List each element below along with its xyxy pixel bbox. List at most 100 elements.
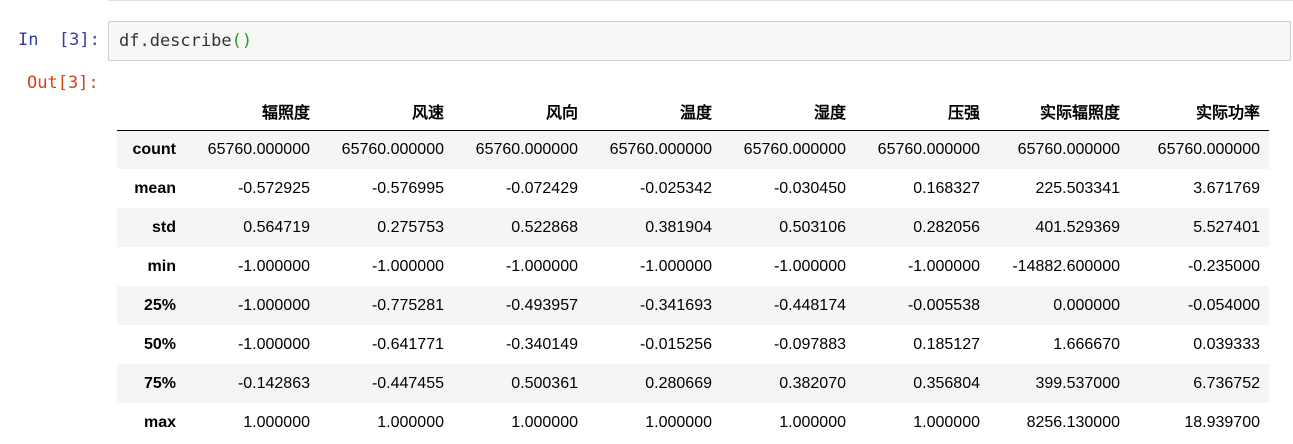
table-cell: -0.341693 — [639, 296, 712, 314]
table-cell: 65760.000000 — [475, 140, 578, 158]
table-cell: 0.382070 — [779, 374, 846, 392]
table-cell: -0.025342 — [639, 179, 712, 197]
table-cell: 0.185127 — [913, 335, 980, 353]
table-cell: 0.280669 — [645, 374, 712, 392]
table-cell: 65760.000000 — [743, 140, 846, 158]
row-label: 50% — [143, 335, 176, 353]
table-cell: 0.039333 — [1193, 335, 1260, 353]
table-cell: -1.000000 — [371, 257, 444, 275]
table-cell: 0.522868 — [511, 218, 578, 236]
table-cell: -1.000000 — [237, 296, 310, 314]
previous-cell-border — [108, 0, 1293, 1]
table-cell: -1.000000 — [237, 335, 310, 353]
table-cell: -1.000000 — [907, 257, 980, 275]
table-cell: -0.005538 — [907, 296, 980, 314]
table-cell: 65760.000000 — [341, 140, 444, 158]
row-label: max — [143, 413, 176, 431]
table-cell: -0.775281 — [371, 296, 444, 314]
table-cell: 0.000000 — [1053, 296, 1120, 314]
table-row: max 1.000000 1.000000 1.000000 1.000000 1.000… — [117, 403, 1269, 442]
table-cell: -0.142863 — [237, 374, 310, 392]
table-cell: 0.356804 — [913, 374, 980, 392]
table-cell: 0.275753 — [377, 218, 444, 236]
table-cell: 65760.000000 — [1017, 140, 1120, 158]
column-header: 辐照度 — [185, 92, 319, 131]
code-line[interactable]: df.describe() — [119, 31, 252, 51]
table-cell: 225.503341 — [1035, 179, 1120, 197]
table-cell: 65760.000000 — [877, 140, 980, 158]
table-cell: -0.576995 — [371, 179, 444, 197]
index-header — [117, 92, 185, 131]
table-cell: 0.381904 — [645, 218, 712, 236]
input-prompt: In [3]: — [18, 30, 100, 50]
row-label: 75% — [143, 374, 176, 392]
row-label: min — [147, 257, 176, 275]
table-cell: 65760.000000 — [1157, 140, 1260, 158]
table-cell: -0.493957 — [505, 296, 578, 314]
notebook-page: In [3]: df.describe() Out[3]: 辐照度 风速 风向 温度湿… — [0, 0, 1293, 444]
table-row: std 0.564719 0.275753 0.522868 0.381904 0.503… — [117, 208, 1269, 247]
table-cell: 65760.000000 — [609, 140, 712, 158]
table-cell: -0.030450 — [773, 179, 846, 197]
table-cell: -0.097883 — [773, 335, 846, 353]
table-body: count 65760.000000 65760.000000 65760.00000… — [117, 130, 1269, 442]
table-cell: 65760.000000 — [207, 140, 310, 158]
table-row: count 65760.000000 65760.000000 65760.00000… — [117, 130, 1269, 169]
table-cell: 401.529369 — [1035, 218, 1120, 236]
table-cell: -0.235000 — [1187, 257, 1260, 275]
table-cell: 1.000000 — [913, 413, 980, 431]
table-cell: -1.000000 — [639, 257, 712, 275]
table-row: min -1.000000 -1.000000 -1.000000 -1.000000 -… — [117, 247, 1269, 286]
table-header-row: 辐照度 风速 风向 温度 湿度 压强 实际辐照度 实际功率 — [117, 92, 1269, 131]
table-row: 75% -0.142863 -0.447455 0.500361 0.280669 0.3… — [117, 364, 1269, 403]
column-header: 温度 — [587, 92, 721, 131]
table-cell: 399.537000 — [1035, 374, 1120, 392]
code-text: df.describe — [119, 31, 232, 51]
table-cell: 0.168327 — [913, 179, 980, 197]
table-cell: 0.500361 — [511, 374, 578, 392]
table-cell: -0.448174 — [773, 296, 846, 314]
column-header: 实际功率 — [1129, 92, 1269, 131]
table-cell: 1.000000 — [779, 413, 846, 431]
table-cell: 3.671769 — [1193, 179, 1260, 197]
output-prompt: Out[3]: — [27, 73, 99, 93]
table-cell: 1.000000 — [377, 413, 444, 431]
row-label: std — [152, 218, 176, 236]
table-row: 25% -1.000000 -0.775281 -0.493957 -0.341693 -… — [117, 286, 1269, 325]
table-cell: 6.736752 — [1193, 374, 1260, 392]
column-header: 湿度 — [721, 92, 855, 131]
table-cell: 8256.130000 — [1026, 413, 1120, 431]
table-row: mean -0.572925 -0.576995 -0.072429 -0.025342… — [117, 169, 1269, 208]
table-cell: -0.447455 — [371, 374, 444, 392]
table-cell: 0.503106 — [779, 218, 846, 236]
table-cell: -1.000000 — [773, 257, 846, 275]
table-cell: -0.054000 — [1187, 296, 1260, 314]
table-cell: 5.527401 — [1193, 218, 1260, 236]
column-header: 实际辐照度 — [989, 92, 1129, 131]
table-cell: -0.015256 — [639, 335, 712, 353]
table-cell: 1.666670 — [1053, 335, 1120, 353]
row-label: mean — [134, 179, 176, 197]
column-header: 压强 — [855, 92, 989, 131]
table-cell: -0.072429 — [505, 179, 578, 197]
table-cell: 0.282056 — [913, 218, 980, 236]
table-cell: 1.000000 — [243, 413, 310, 431]
table-cell: -0.340149 — [505, 335, 578, 353]
code-input-area[interactable]: df.describe() — [108, 21, 1291, 61]
open-paren: ( — [231, 31, 242, 51]
table-row: 50% -1.000000 -0.641771 -0.340149 -0.015256 -… — [117, 325, 1269, 364]
describe-table: 辐照度 风速 风向 温度 湿度 压强 实际辐照度 实际功率 count 65760.000000… — [117, 92, 1269, 442]
table-cell: 0.564719 — [243, 218, 310, 236]
column-header: 风向 — [453, 92, 587, 131]
table-cell: -1.000000 — [237, 257, 310, 275]
row-label: count — [132, 140, 176, 158]
table-cell: -14882.600000 — [1012, 257, 1120, 275]
table-cell: 1.000000 — [645, 413, 712, 431]
close-paren: ) — [241, 31, 253, 51]
column-header: 风速 — [319, 92, 453, 131]
table-cell: 1.000000 — [511, 413, 578, 431]
table-cell: -0.641771 — [371, 335, 444, 353]
table-cell: -0.572925 — [237, 179, 310, 197]
table-cell: -1.000000 — [505, 257, 578, 275]
row-label: 25% — [143, 296, 176, 314]
